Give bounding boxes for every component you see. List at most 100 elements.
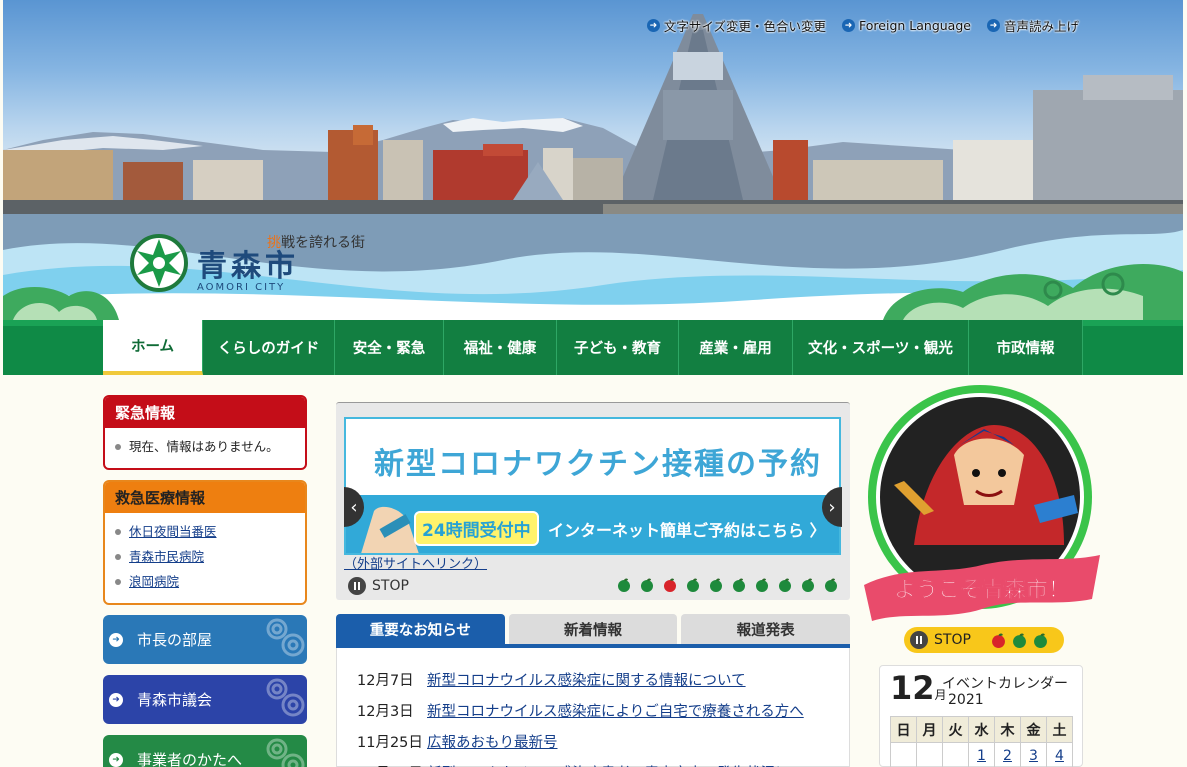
util-link-label: 音声読み上げ <box>1003 19 1079 34</box>
tab-important-notices[interactable]: 重要なお知らせ <box>336 614 505 644</box>
city-council-button[interactable]: ➜ 青森市議会 <box>103 675 307 724</box>
main-slider: 新型コロナワクチン接種の予約 24時間受付中 インターネット簡単ご予約はこちら … <box>336 402 850 600</box>
news-list: 12月7日 新型コロナウイルス感染症に関する情報について 12月3日 新型コロナ… <box>336 648 850 767</box>
news-link[interactable]: 新型コロナウイルス感染症によりご自宅で療養される方へ <box>427 697 804 728</box>
promo-dot-apple-icon[interactable] <box>1012 633 1027 648</box>
side-button-label: 青森市議会 <box>137 691 213 709</box>
medical-link-namioka-hospital[interactable]: 浪岡病院 <box>129 569 179 594</box>
swirl-pattern-icon <box>266 618 305 657</box>
welcome-nebuta-banner[interactable]: ようこそ青森市！ <box>864 385 1100 625</box>
banner-title: 新型コロナワクチン接種の予約 <box>374 447 822 482</box>
weekday-header: 月 <box>916 716 943 743</box>
pause-icon <box>910 631 928 649</box>
promo-stop-button[interactable]: STOP <box>904 627 1064 653</box>
promo-dot-apple-icon[interactable] <box>991 633 1006 648</box>
weekday-header: 木 <box>994 716 1021 743</box>
news-item: 11月19日 新型コロナウイルス感染症患者の青森市内の発生状況につ <box>357 759 829 767</box>
nav-welfare-health[interactable]: 福祉・健康 <box>444 320 557 375</box>
tab-press-releases[interactable]: 報道発表 <box>681 614 851 644</box>
utility-links: ➜ 文字サイズ変更・色合い変更 ➜ Foreign Language ➜ 音声読… <box>646 16 1079 35</box>
nav-municipal-info[interactable]: 市政情報 <box>969 320 1083 375</box>
speech-reader-link[interactable]: ➜ 音声読み上げ <box>986 16 1079 35</box>
arrow-right-icon: ➜ <box>986 19 1000 32</box>
weekday-header: 土 <box>1046 716 1073 743</box>
slider-dot-apple-icon[interactable] <box>709 578 723 592</box>
news-link[interactable]: 広報あおもり最新号 <box>427 728 558 759</box>
slider-stop-button[interactable]: STOP <box>348 577 409 595</box>
news-date: 11月19日 <box>357 759 423 767</box>
swirl-pattern-icon <box>266 678 305 717</box>
slider-dot-apple-icon[interactable] <box>686 578 700 592</box>
text-size-color-link[interactable]: ➜ 文字サイズ変更・色合い変更 <box>646 16 827 35</box>
calendar-day: 2 <box>994 742 1021 767</box>
calendar-day-link[interactable]: 4 <box>1055 748 1064 764</box>
news-date: 12月3日 <box>357 704 414 720</box>
promo-pagination <box>991 633 1048 648</box>
mayor-room-button[interactable]: ➜ 市長の部屋 <box>103 615 307 664</box>
business-button[interactable]: ➜ 事業者のかたへ <box>103 735 307 767</box>
side-button-label: 事業者のかたへ <box>137 751 243 767</box>
calendar-day-empty <box>916 742 943 767</box>
emergency-info-panel: 緊急情報 現在、情報はありません。 <box>103 395 307 470</box>
arrow-right-icon: ➜ <box>109 752 123 767</box>
nav-industry-employment[interactable]: 産業・雇用 <box>679 320 793 375</box>
medical-link-holiday-night[interactable]: 休日夜間当番医 <box>129 519 217 544</box>
slider-dot-apple-icon[interactable] <box>801 578 815 592</box>
event-calendar: 12月 イベントカレンダー 2021 日 月 火 水 木 金 土 1 2 3 4 <box>879 665 1083 767</box>
weekday-header: 金 <box>1020 716 1047 743</box>
nav-living-guide[interactable]: くらしのガイド <box>203 320 335 375</box>
weekday-header: 日 <box>890 716 917 743</box>
slider-banner[interactable]: 新型コロナワクチン接種の予約 24時間受付中 インターネット簡単ご予約はこちら … <box>344 417 841 555</box>
welcome-text: ようこそ青森市！ <box>894 577 1070 603</box>
weekday-header: 水 <box>968 716 995 743</box>
slider-dot-apple-icon[interactable] <box>663 578 677 592</box>
arrow-right-icon: ➜ <box>646 19 660 32</box>
news-link[interactable]: 新型コロナウイルス感染症患者の青森市内の発生状況につ <box>427 759 804 767</box>
nav-children-education[interactable]: 子ども・教育 <box>557 320 679 375</box>
site-logo[interactable]: 挑戦を誇れる街 青森市 AOMORI CITY <box>129 232 365 293</box>
vaccine-arm-icon <box>361 506 419 553</box>
slider-dot-apple-icon[interactable] <box>824 578 838 592</box>
nav-safety-emergency[interactable]: 安全・緊急 <box>335 320 444 375</box>
arrow-right-icon: ➜ <box>109 692 123 707</box>
news-item: 12月3日 新型コロナウイルス感染症によりご自宅で療養される方へ <box>357 697 829 728</box>
news-link[interactable]: 新型コロナウイルス感染症に関する情報について <box>427 666 746 697</box>
promo-stop-label: STOP <box>934 632 971 648</box>
slider-dot-apple-icon[interactable] <box>755 578 769 592</box>
global-nav-bar: ホーム くらしのガイド 安全・緊急 福祉・健康 子ども・教育 産業・雇用 文化・… <box>3 320 1183 375</box>
calendar-label: イベントカレンダー <box>942 676 1068 692</box>
nav-culture-sports-tourism[interactable]: 文化・スポーツ・観光 <box>793 320 969 375</box>
util-link-label: 文字サイズ変更・色合い変更 <box>663 19 827 34</box>
news-tabs: 重要なお知らせ 新着情報 報道発表 <box>336 614 851 648</box>
banner-badge: 24時間受付中 <box>414 511 539 546</box>
calendar-month: 12月 <box>890 669 947 707</box>
calendar-day: 3 <box>1020 742 1047 767</box>
calendar-day-link[interactable]: 2 <box>1003 748 1012 764</box>
news-item: 11月25日 広報あおもり最新号 <box>357 728 829 759</box>
promo-dot-apple-icon[interactable] <box>1033 633 1048 648</box>
slider-dot-apple-icon[interactable] <box>640 578 654 592</box>
calendar-day-link[interactable]: 1 <box>977 748 986 764</box>
news-date: 12月7日 <box>357 673 414 689</box>
slider-dot-apple-icon[interactable] <box>617 578 631 592</box>
calendar-day: 1 <box>968 742 995 767</box>
emergency-info-item: 現在、情報はありません。 <box>115 434 295 459</box>
calendar-day-link[interactable]: 3 <box>1029 748 1038 764</box>
nav-home[interactable]: ホーム <box>103 320 203 375</box>
slider-dot-apple-icon[interactable] <box>732 578 746 592</box>
news-item: 12月7日 新型コロナウイルス感染症に関する情報について <box>357 666 829 697</box>
pause-icon <box>348 577 366 595</box>
slider-dot-apple-icon[interactable] <box>778 578 792 592</box>
util-link-label: Foreign Language <box>859 18 971 33</box>
arrow-right-icon: ➜ <box>842 19 856 32</box>
external-site-link[interactable]: （外部サイトへリンク） <box>344 553 487 572</box>
emergency-info-title: 緊急情報 <box>105 397 305 428</box>
arrow-right-icon: ➜ <box>109 632 123 647</box>
calendar-table: 日 月 火 水 木 金 土 1 2 3 4 <box>890 716 1073 767</box>
tab-new-info[interactable]: 新着情報 <box>508 614 678 644</box>
swirl-pattern-icon <box>266 738 305 767</box>
calendar-day-empty <box>942 742 969 767</box>
medical-link-city-hospital[interactable]: 青森市民病院 <box>129 544 204 569</box>
calendar-year: 2021 <box>948 692 984 708</box>
foreign-language-link[interactable]: ➜ Foreign Language <box>842 16 971 35</box>
